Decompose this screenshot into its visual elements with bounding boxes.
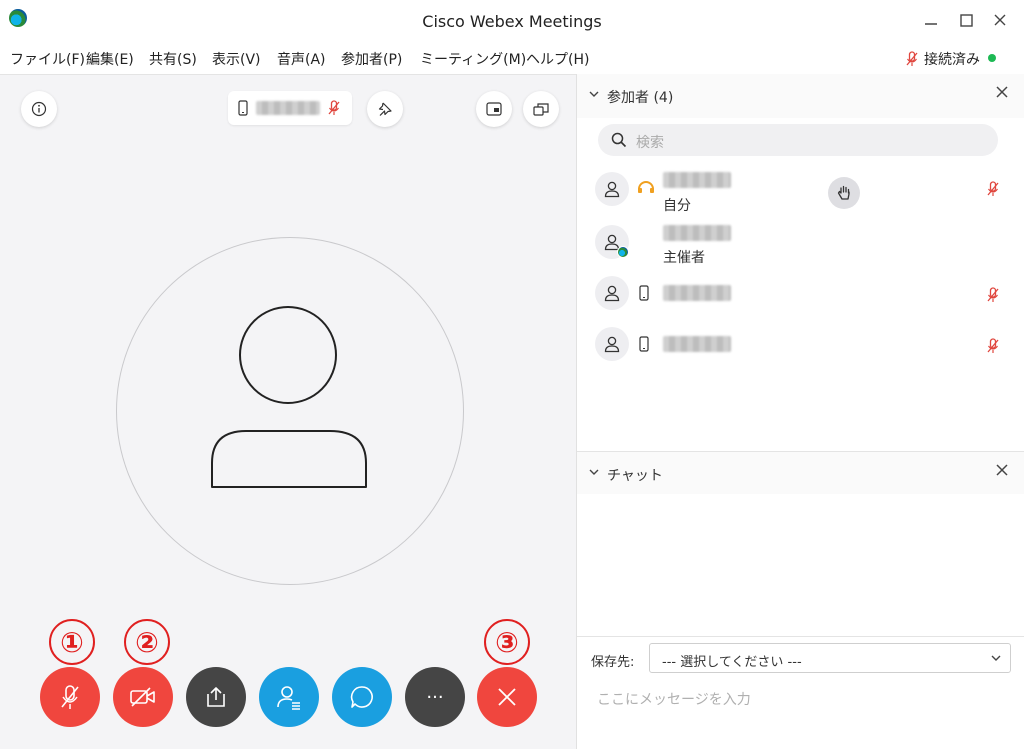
close-window-button[interactable] (988, 8, 1012, 32)
participant-role: 主催者 (663, 250, 705, 266)
raise-hand-icon (837, 185, 850, 200)
menu-bar: ファイル(F) 編集(E) 共有(S) 表示(V) 音声(A) 参加者(P) ミ… (0, 42, 1024, 74)
layout-icon (533, 103, 549, 116)
chat-bubble-icon (350, 686, 373, 708)
user-icon (604, 336, 620, 353)
connection-indicator-dot (988, 54, 996, 62)
search-icon (611, 132, 627, 148)
maximize-button[interactable] (954, 8, 978, 32)
pip-icon (486, 102, 502, 116)
participant-name-redacted (663, 225, 731, 241)
chat-panel-title: チャット (607, 468, 663, 484)
phone-icon (639, 285, 649, 301)
info-icon (31, 101, 47, 117)
title-bar: Cisco Webex Meetings (0, 0, 1024, 42)
video-off-button[interactable] (113, 667, 173, 727)
menu-help[interactable]: ヘルプ(H) (526, 49, 589, 69)
participant-name-redacted (663, 172, 731, 188)
chat-panel-header[interactable]: チャット (577, 451, 1024, 495)
active-speaker-chip (228, 91, 352, 125)
participant-name-redacted (663, 336, 731, 352)
close-panel-icon[interactable] (996, 86, 1008, 98)
close-icon (994, 14, 1006, 26)
close-icon (498, 688, 516, 706)
muted-mic-icon (987, 287, 999, 302)
speaker-name-redacted (256, 101, 320, 115)
participants-panel-title: 参加者 (4) (607, 90, 674, 106)
picture-in-picture-button[interactable] (476, 91, 512, 127)
participant-row[interactable]: 自分 (577, 168, 1024, 220)
menu-meeting[interactable]: ミーティング(M) (420, 49, 526, 69)
connection-label: 接続済み (924, 52, 980, 68)
video-off-icon (130, 687, 155, 707)
muted-mic-icon (987, 338, 999, 353)
menu-edit[interactable]: 編集(E) (86, 49, 134, 69)
minimize-icon (925, 23, 937, 25)
save-to-select[interactable]: --- 選択してください --- (649, 643, 1011, 673)
annotation-2: ② (124, 619, 170, 665)
participant-video-placeholder (116, 237, 464, 585)
chat-message-input[interactable]: ここにメッセージを入力 (597, 689, 751, 709)
muted-mic-icon (328, 100, 340, 115)
connection-status: 接続済み (906, 49, 980, 69)
phone-icon (238, 100, 248, 116)
menu-audio[interactable]: 音声(A) (277, 49, 326, 69)
avatar (595, 327, 629, 361)
muted-mic-icon (987, 181, 999, 196)
participant-row[interactable] (577, 324, 1024, 376)
avatar (595, 276, 629, 310)
user-icon (604, 181, 620, 198)
minimize-button[interactable] (919, 8, 943, 32)
layout-switch-button[interactable] (523, 91, 559, 127)
menu-participants[interactable]: 参加者(P) (341, 49, 402, 69)
user-icon (604, 285, 620, 302)
chat-footer: 保存先: --- 選択してください --- ここにメッセージを入力 (577, 636, 1024, 749)
participant-name-redacted (663, 285, 731, 301)
participants-button[interactable] (259, 667, 319, 727)
participant-row[interactable] (577, 272, 1024, 324)
user-silhouette-icon (211, 306, 367, 488)
chevron-down-icon (991, 655, 1001, 661)
muted-mic-icon (61, 685, 79, 709)
phone-icon (639, 336, 649, 352)
pin-button[interactable] (367, 91, 403, 127)
more-options-button[interactable]: ··· (405, 667, 465, 727)
chevron-down-icon (589, 469, 599, 475)
chevron-down-icon (589, 91, 599, 97)
pin-icon (378, 102, 392, 116)
participants-list-icon (277, 686, 300, 710)
save-to-label: 保存先: (591, 655, 635, 670)
participant-row[interactable]: 主催者 (577, 220, 1024, 272)
ellipsis-icon: ··· (426, 686, 444, 708)
menu-file[interactable]: ファイル(F) (10, 49, 85, 69)
chat-button[interactable] (332, 667, 392, 727)
participant-search-input[interactable]: 検索 (598, 124, 998, 156)
share-content-button[interactable] (186, 667, 246, 727)
leave-meeting-button[interactable] (477, 667, 537, 727)
muted-mic-icon (906, 51, 918, 66)
annotation-3: ③ (484, 619, 530, 665)
host-badge-icon (617, 246, 629, 258)
maximize-icon (959, 13, 973, 27)
chat-messages-area (577, 494, 1024, 636)
mute-button[interactable] (40, 667, 100, 727)
search-placeholder: 検索 (636, 135, 664, 151)
annotation-1: ① (49, 619, 95, 665)
video-stage: ① ② ③ ··· (0, 74, 576, 749)
meeting-info-button[interactable] (21, 91, 57, 127)
share-icon (207, 687, 225, 707)
window-title: Cisco Webex Meetings (422, 12, 602, 31)
raise-hand-button[interactable] (828, 177, 860, 209)
participant-role: 自分 (663, 198, 691, 214)
headset-audio-icon (638, 181, 654, 193)
menu-share[interactable]: 共有(S) (149, 49, 197, 69)
menu-view[interactable]: 表示(V) (212, 49, 261, 69)
close-panel-icon[interactable] (996, 464, 1008, 476)
participants-panel-header[interactable]: 参加者 (4) (577, 74, 1024, 118)
save-to-value: --- 選択してください --- (662, 655, 802, 670)
avatar (595, 172, 629, 206)
